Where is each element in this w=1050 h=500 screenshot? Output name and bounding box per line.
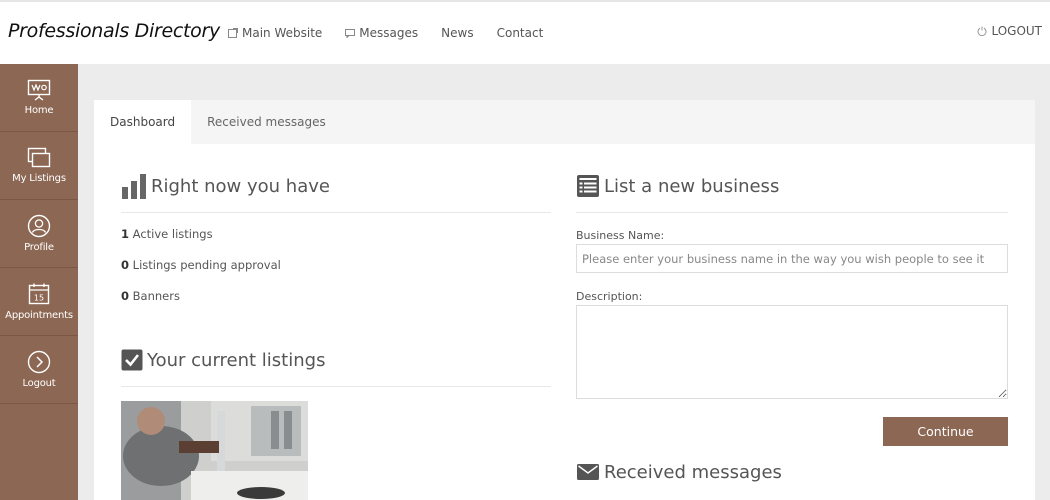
nav-news-label: News	[441, 26, 474, 40]
received-messages-heading: Received messages	[576, 458, 782, 486]
description-label: Description:	[576, 290, 643, 303]
divider	[121, 212, 551, 213]
stat-banners: 0 Banners	[121, 289, 551, 306]
dashboard-card: Dashboard Received messages Right now yo…	[94, 100, 1035, 500]
stat-count: 0	[121, 289, 130, 303]
nav-news[interactable]: News	[441, 26, 473, 40]
brand-title[interactable]: Professionals Directory	[8, 20, 220, 42]
nav-main-website[interactable]: Main Website	[228, 26, 322, 40]
nav-messages[interactable]: Messages	[345, 26, 418, 40]
sidebar-item-label: Logout	[22, 378, 56, 389]
sidebar-item-my-listings[interactable]: My Listings	[0, 132, 78, 200]
sidebar-item-label: My Listings	[12, 173, 66, 184]
sidebar-item-logout[interactable]: Logout	[0, 336, 78, 404]
description-textarea[interactable]	[576, 305, 1008, 399]
business-name-input[interactable]	[576, 244, 1008, 273]
listings-title: Your current listings	[147, 349, 326, 371]
stat-label: Active listings	[132, 227, 213, 241]
top-nav: Main Website Messages News Contact	[228, 26, 566, 40]
stat-pending-listings: 0 Listings pending approval	[121, 258, 551, 275]
nav-contact-label: Contact	[496, 26, 544, 40]
listings-heading: Your current listings	[121, 346, 551, 374]
nav-main-website-label: Main Website	[242, 26, 323, 40]
external-page-icon	[228, 28, 238, 38]
sidebar-item-label: Home	[24, 105, 54, 116]
power-icon	[977, 26, 987, 36]
left-column: Right now you have 1 Active listings 0 L…	[121, 172, 551, 500]
presentation-board-icon	[27, 79, 51, 101]
stat-label: Listings pending approval	[132, 258, 281, 272]
right-column: List a new business Business Name: Descr…	[576, 172, 1008, 483]
stat-count: 1	[121, 227, 130, 241]
envelope-icon	[577, 464, 599, 480]
checkbox-checked-icon	[121, 349, 143, 371]
stat-count: 0	[121, 258, 130, 272]
logout-link[interactable]: LOGOUT	[977, 24, 1042, 38]
nav-messages-label: Messages	[359, 26, 419, 40]
logout-label: LOGOUT	[991, 24, 1042, 38]
list-document-icon	[577, 175, 599, 197]
listing-thumbnail[interactable]	[121, 401, 308, 500]
top-header: Professionals Directory Main Website Mes…	[0, 0, 1050, 64]
sidebar-item-profile[interactable]: Profile	[0, 200, 78, 268]
new-business-heading: List a new business	[576, 172, 1008, 200]
sidebar-item-label: Profile	[24, 242, 54, 253]
summary-title: Right now you have	[151, 175, 330, 197]
sidebar-item-appointments[interactable]: 15 Appointments	[0, 268, 78, 336]
user-circle-icon	[27, 214, 51, 238]
stat-label: Banners	[132, 289, 180, 303]
nav-contact[interactable]: Contact	[497, 26, 544, 40]
listing-photo	[121, 401, 308, 500]
bar-chart-icon	[122, 174, 146, 199]
continue-button[interactable]: Continue	[883, 417, 1008, 446]
chevron-circle-right-icon	[27, 350, 51, 374]
received-messages-title: Received messages	[604, 461, 782, 483]
divider	[576, 212, 1008, 213]
divider	[121, 386, 551, 387]
tab-bar: Dashboard Received messages	[94, 100, 1035, 144]
calendar-day-text: 15	[34, 294, 44, 303]
sidebar-item-label: Appointments	[5, 310, 73, 321]
chat-icon	[345, 28, 356, 38]
sidebar: Home My Listings Profile 15 Appointments	[0, 64, 78, 500]
summary-heading: Right now you have	[121, 172, 551, 200]
windows-stack-icon	[27, 147, 51, 168]
tab-dashboard[interactable]: Dashboard	[94, 100, 192, 144]
stat-active-listings: 1 Active listings	[121, 227, 551, 244]
sidebar-item-home[interactable]: Home	[0, 64, 78, 132]
calendar-icon: 15	[28, 283, 50, 305]
tab-received-messages[interactable]: Received messages	[191, 100, 342, 144]
new-business-title: List a new business	[604, 175, 780, 197]
business-name-label: Business Name:	[576, 229, 665, 242]
